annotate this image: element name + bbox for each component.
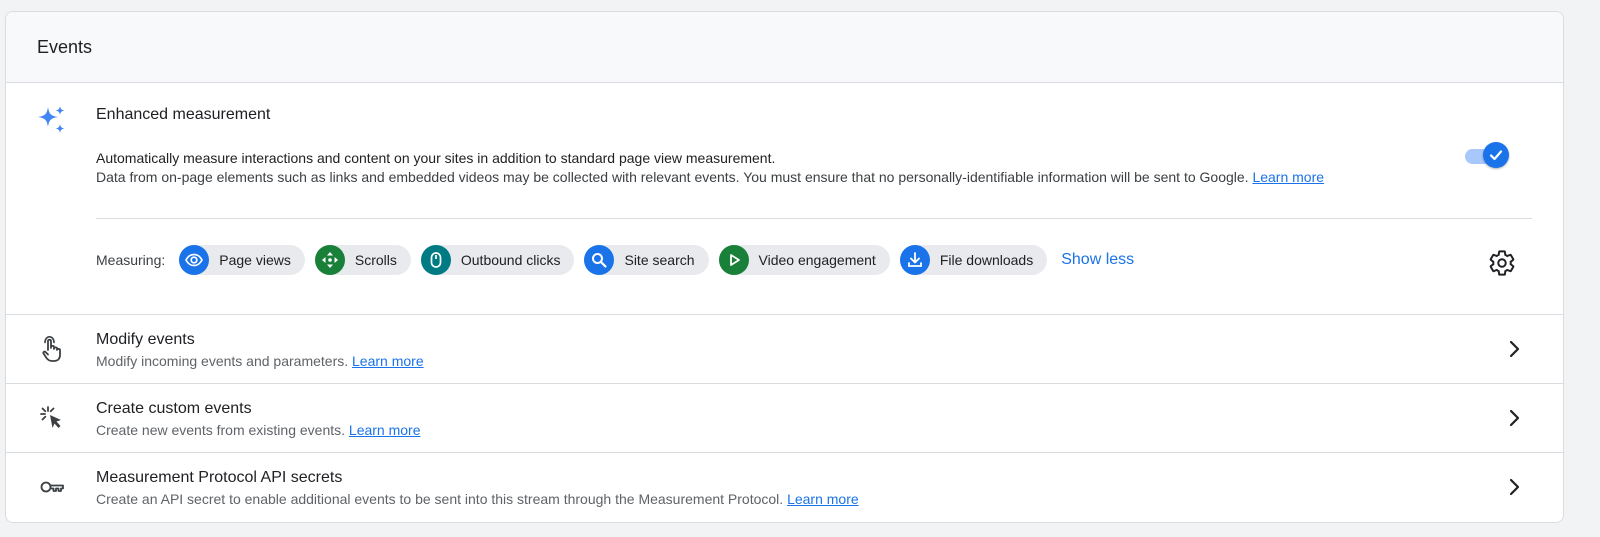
row-subtitle: Create new events from existing events. … <box>96 422 421 438</box>
row-title: Create custom events <box>96 400 252 417</box>
row-title: Modify events <box>96 331 195 348</box>
play-icon <box>718 245 749 275</box>
chip-site-search: Site search <box>584 245 709 275</box>
description-line-2: Data from on-page elements such as links… <box>96 168 1436 187</box>
chip-file-downloads: File downloads <box>899 245 1048 275</box>
enhanced-measurement-description: Automatically measure interactions and c… <box>96 149 1436 187</box>
chip-label: Outbound clicks <box>460 252 561 268</box>
chevron-right-icon <box>1509 478 1520 496</box>
enhanced-learn-more-link[interactable]: Learn more <box>1252 169 1324 185</box>
row-subtitle: Create an API secret to enable additiona… <box>96 491 859 507</box>
chip-label: File downloads <box>939 252 1034 268</box>
chip-label: Page views <box>219 252 291 268</box>
measurement-protocol-row[interactable]: Measurement Protocol API secrets Create … <box>6 453 1563 522</box>
sparkle-icon <box>38 106 65 133</box>
page-title: Events <box>37 36 93 57</box>
chip-outbound-clicks: Outbound clicks <box>420 245 575 275</box>
row-subtitle-text: Modify incoming events and parameters. <box>96 353 349 369</box>
enhanced-measurement-toggle[interactable] <box>1463 142 1511 170</box>
chevron-right-icon <box>1509 340 1520 358</box>
mouse-icon <box>420 245 451 275</box>
key-icon <box>40 481 64 493</box>
chip-label: Scrolls <box>354 252 397 268</box>
measurement-protocol-learn-more-link[interactable]: Learn more <box>787 491 859 507</box>
chip-label: Site search <box>624 252 695 268</box>
enhanced-measurement-title: Enhanced measurement <box>96 106 271 123</box>
chip-label: Video engagement <box>758 252 876 268</box>
eye-icon <box>179 245 210 275</box>
row-title: Measurement Protocol API secrets <box>96 469 343 486</box>
row-subtitle: Modify incoming events and parameters. L… <box>96 353 424 369</box>
search-icon <box>584 245 615 275</box>
row-subtitle-text: Create an API secret to enable additiona… <box>96 491 784 507</box>
toggle-thumb <box>1483 142 1509 168</box>
create-custom-events-learn-more-link[interactable]: Learn more <box>349 422 421 438</box>
modify-events-learn-more-link[interactable]: Learn more <box>352 353 424 369</box>
modify-events-row[interactable]: Modify events Modify incoming events and… <box>6 315 1563 384</box>
create-custom-events-row[interactable]: Create custom events Create new events f… <box>6 384 1563 453</box>
events-panel: Events Enhanced measurement Automaticall… <box>5 11 1564 523</box>
enhanced-measurement-section: Enhanced measurement Automatically measu… <box>6 83 1563 315</box>
chip-video-engagement: Video engagement <box>718 245 890 275</box>
touch-hand-icon <box>42 335 61 362</box>
chip-scrolls: Scrolls <box>314 245 411 275</box>
scroll-arrows-icon <box>314 245 345 275</box>
measuring-label: Measuring: <box>96 252 166 268</box>
check-icon <box>1489 150 1503 161</box>
row-subtitle-text: Create new events from existing events. <box>96 422 346 438</box>
measuring-row: Measuring: Page views Scrolls Outbound c… <box>96 244 1134 276</box>
gear-icon[interactable] <box>1488 249 1516 277</box>
show-less-link[interactable]: Show less <box>1061 251 1134 269</box>
description-line-2-text: Data from on-page elements such as links… <box>96 169 1249 185</box>
panel-header: Events <box>6 12 1563 83</box>
chip-page-views: Page views <box>179 245 305 275</box>
download-icon <box>899 245 930 275</box>
divider <box>96 218 1532 219</box>
chevron-right-icon <box>1509 409 1520 427</box>
description-line-1: Automatically measure interactions and c… <box>96 150 776 166</box>
click-cursor-icon <box>40 406 61 428</box>
